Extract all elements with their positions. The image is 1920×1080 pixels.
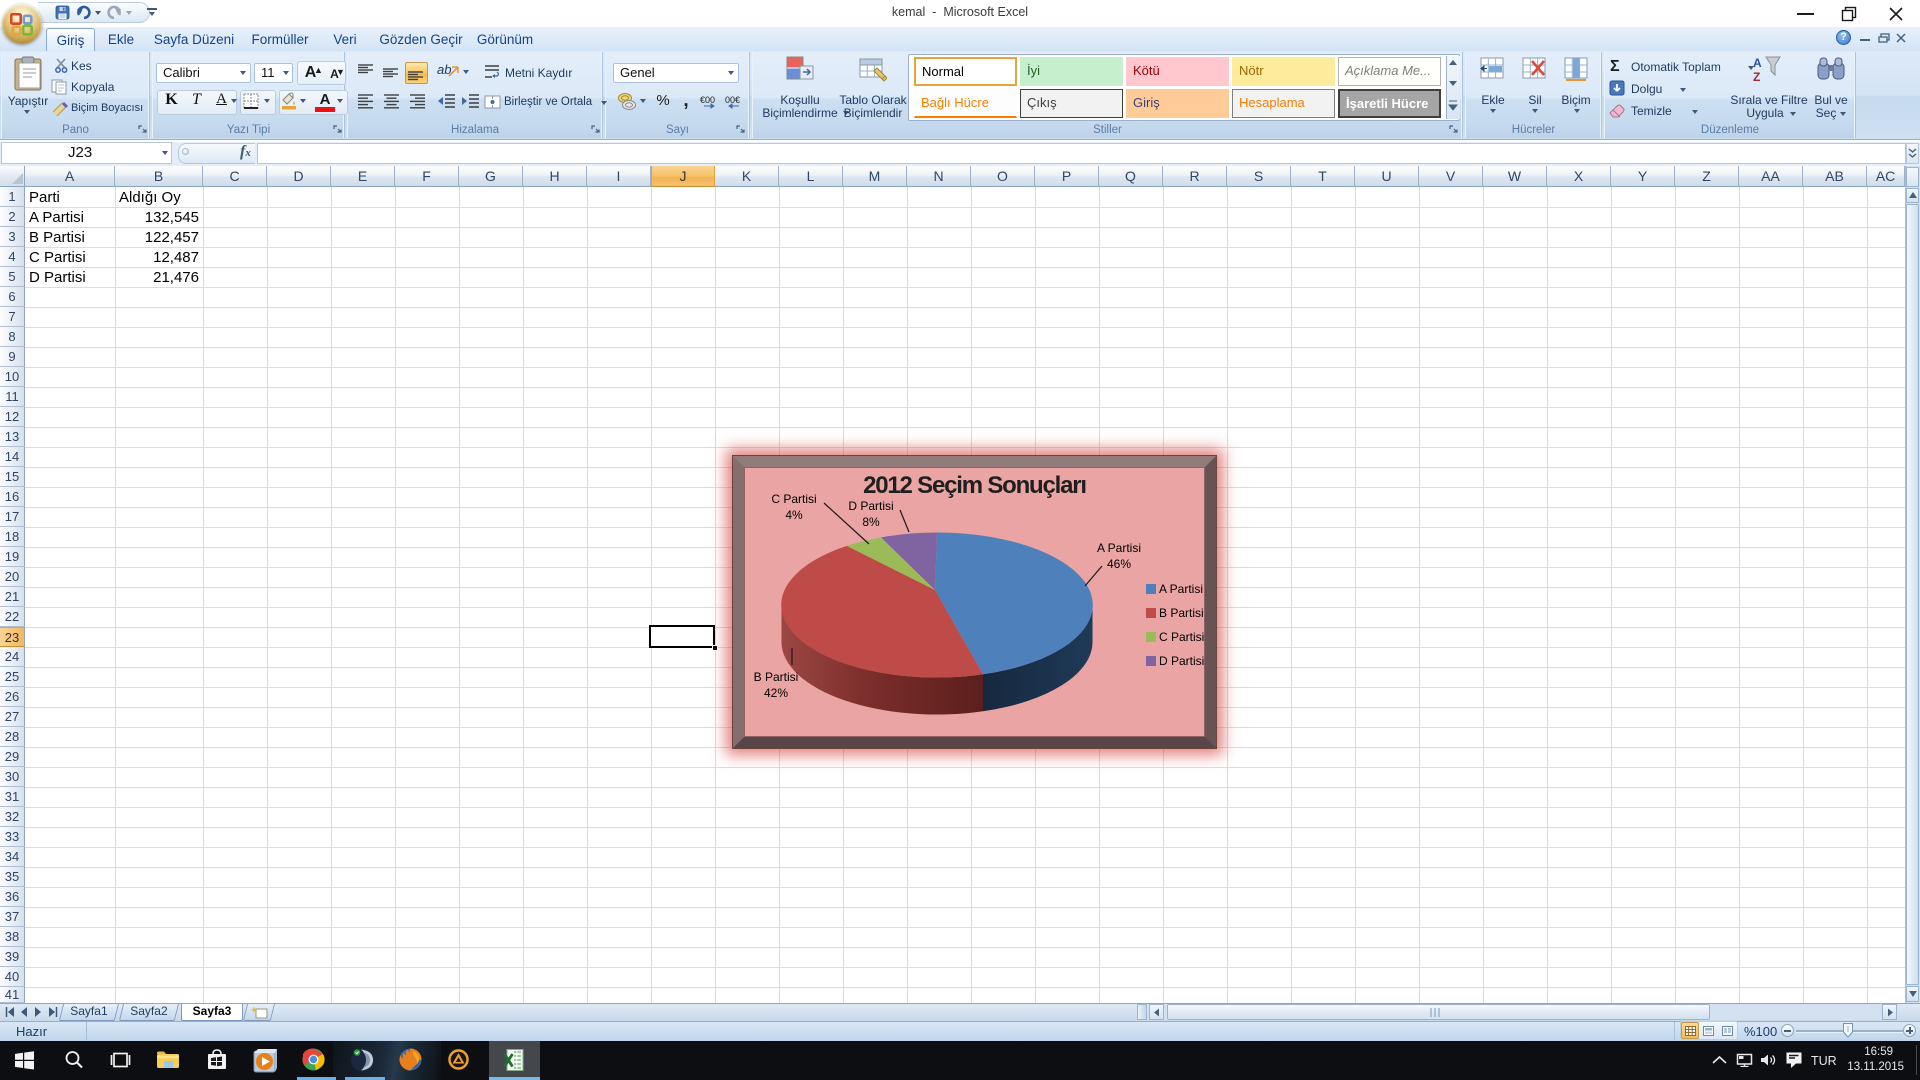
svg-text:00€: 00€	[725, 95, 740, 105]
svg-text:A: A	[1753, 56, 1762, 70]
svg-text:Z: Z	[1753, 70, 1760, 84]
svg-text:€00: €00	[700, 95, 715, 105]
